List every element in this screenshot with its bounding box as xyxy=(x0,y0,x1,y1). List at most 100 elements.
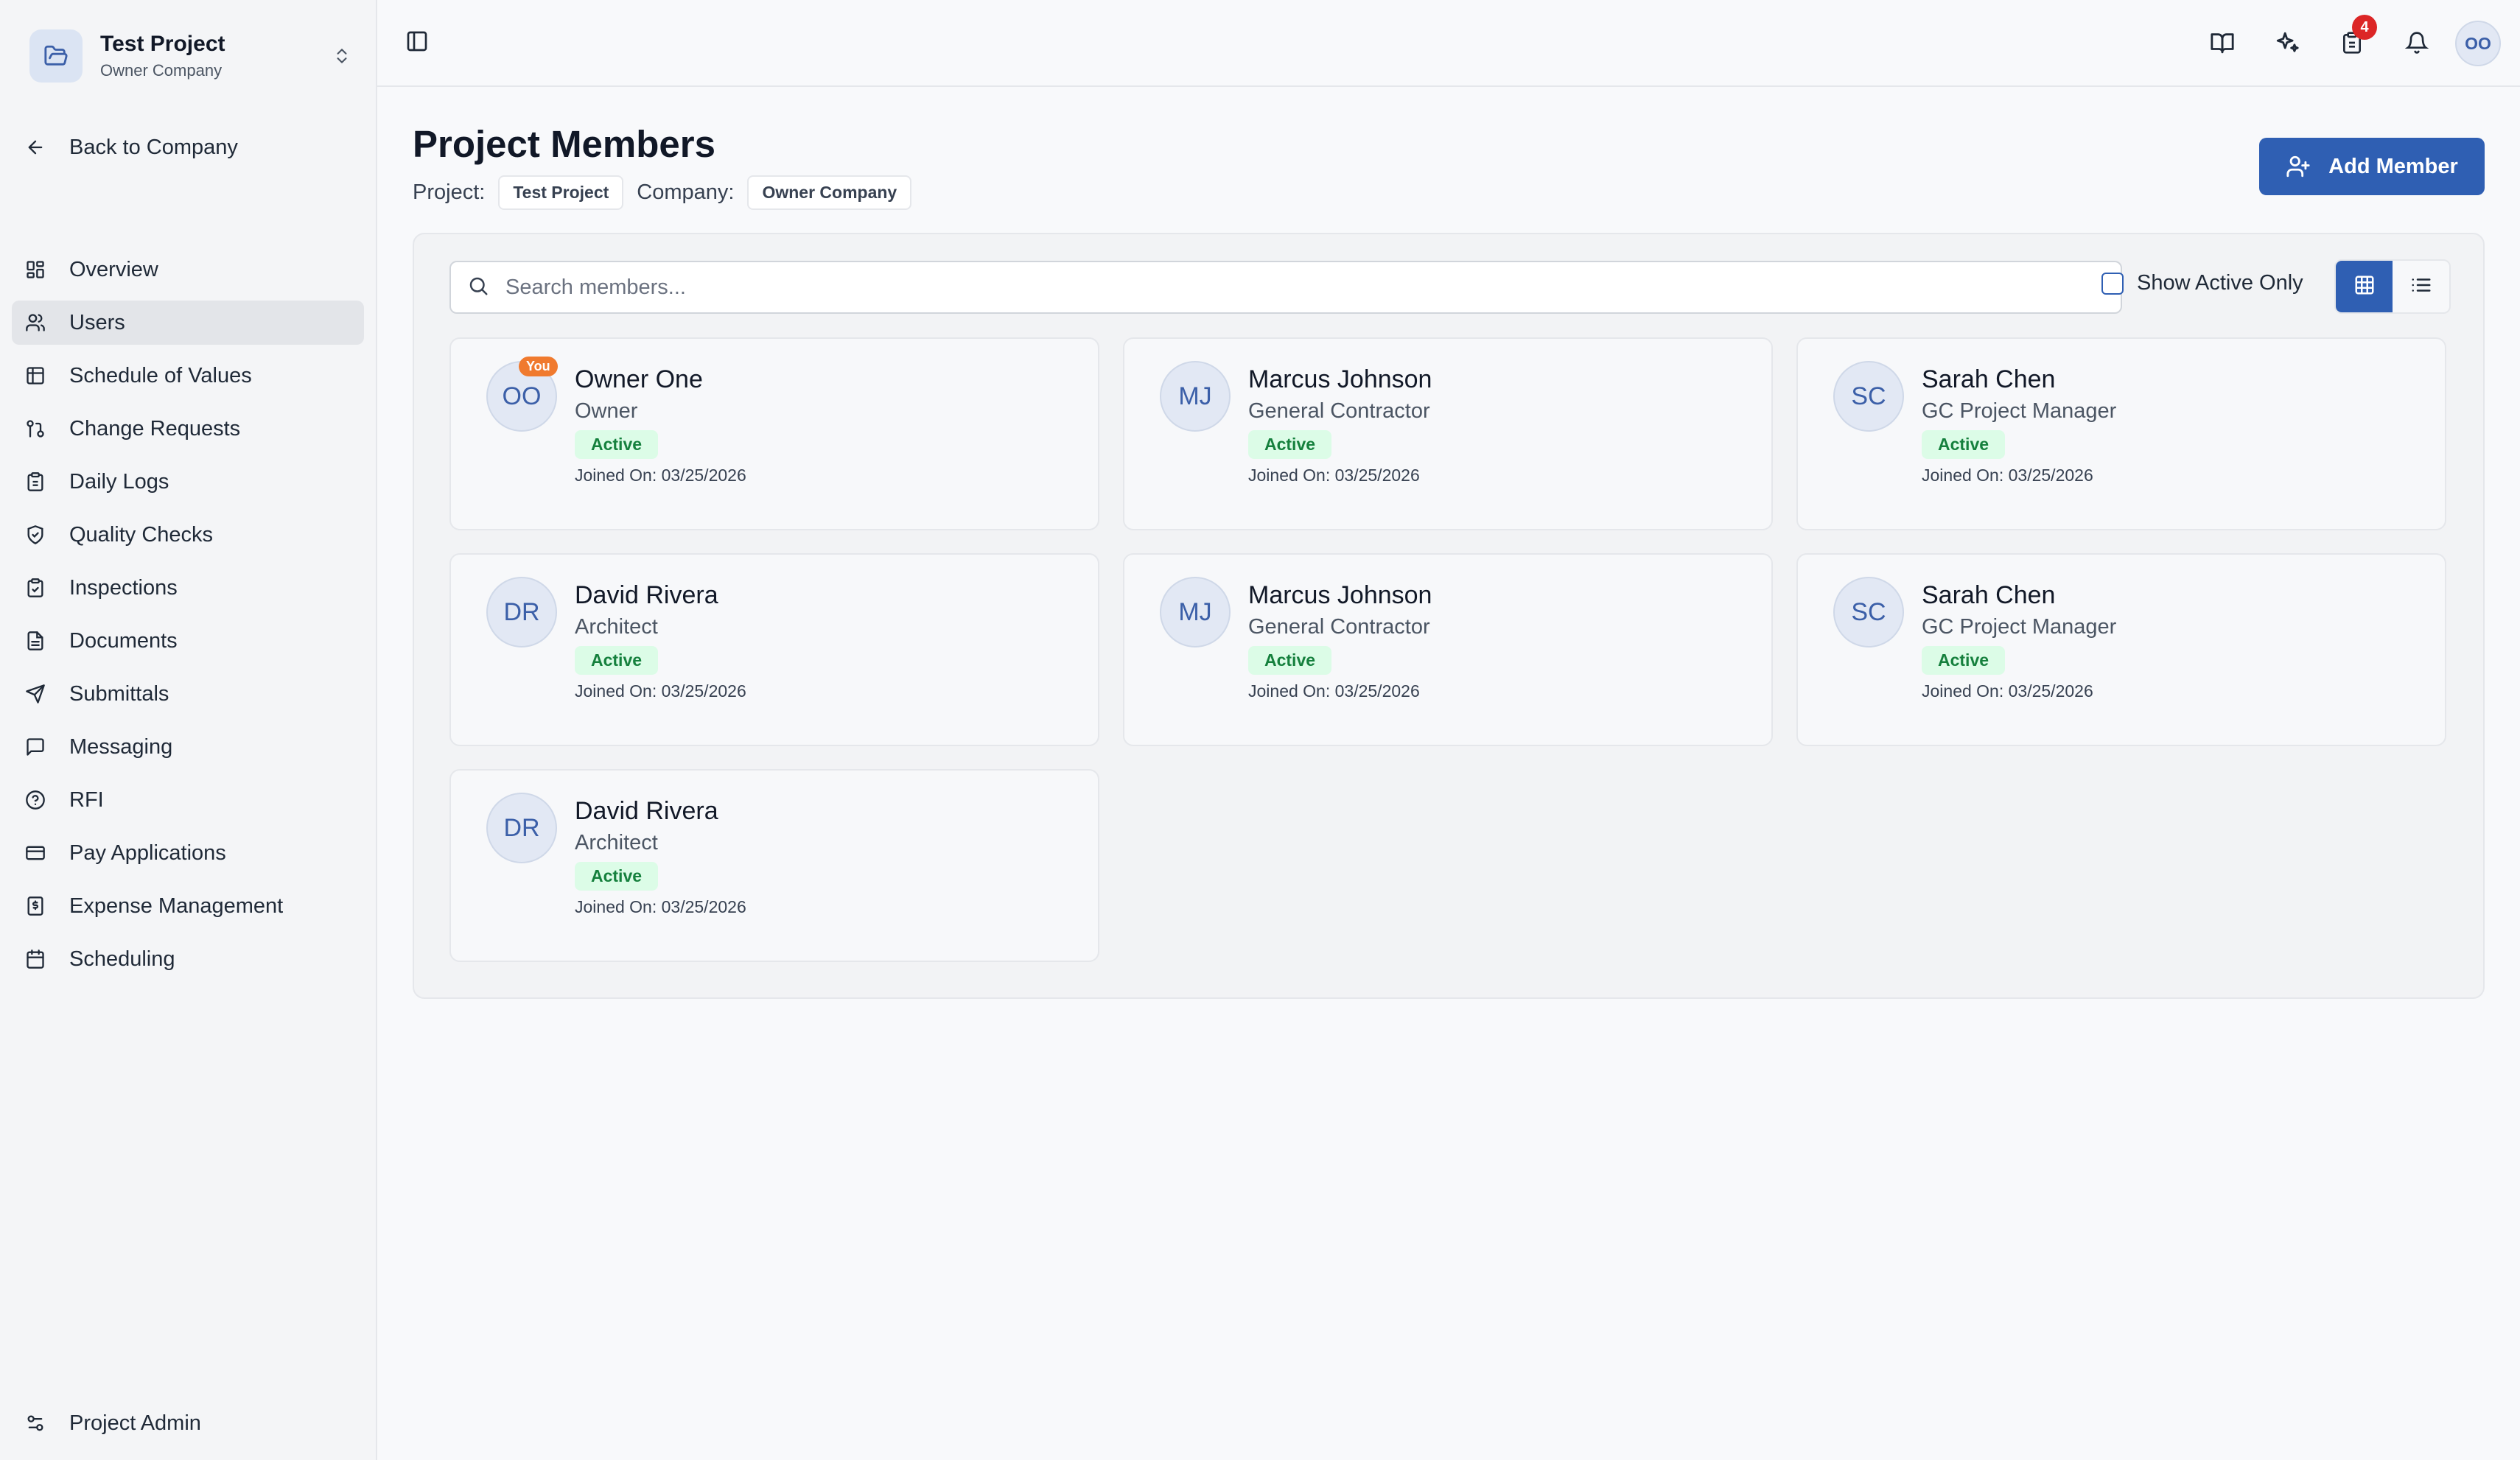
member-avatar: SC xyxy=(1833,361,1904,432)
sidebar-item-submittals[interactable]: Submittals xyxy=(12,672,364,716)
member-role: Architect xyxy=(575,831,658,854)
sidebar-item-users[interactable]: Users xyxy=(12,301,364,345)
member-joined-date: Joined On: 03/25/2026 xyxy=(1248,681,1420,701)
notifications-button[interactable] xyxy=(2396,24,2437,65)
status-badge: Active xyxy=(1248,430,1332,459)
sidebar-item-change-requests[interactable]: Change Requests xyxy=(12,407,364,451)
search-input[interactable] xyxy=(504,274,2091,301)
sidebar-item-label: RFI xyxy=(69,787,104,812)
company-meta-label: Company: xyxy=(637,180,735,204)
status-badge: Active xyxy=(575,646,659,675)
project-switcher[interactable]: Test Project Owner Company xyxy=(29,27,354,85)
sidebar-item-label: Messaging xyxy=(69,734,173,759)
sidebar-item-label: Submittals xyxy=(69,681,169,706)
member-name: Owner One xyxy=(575,365,703,393)
clipboard-icon xyxy=(24,470,47,494)
member-card[interactable]: MJ Marcus Johnson General Contractor Act… xyxy=(1123,553,1773,746)
view-toggle xyxy=(2334,259,2451,314)
company-chip: Owner Company xyxy=(747,175,912,210)
back-to-company-link[interactable]: Back to Company xyxy=(24,130,238,165)
git-pull-icon xyxy=(24,417,47,441)
member-joined-date: Joined On: 03/25/2026 xyxy=(1922,466,2093,485)
member-joined-date: Joined On: 03/25/2026 xyxy=(575,466,746,485)
list-icon xyxy=(2410,274,2432,300)
member-joined-date: Joined On: 03/25/2026 xyxy=(575,897,746,916)
tasks-button[interactable]: 4 xyxy=(2331,15,2377,65)
sidebar-item-label: Quality Checks xyxy=(69,522,214,547)
sidebar-item-label: Scheduling xyxy=(69,947,175,971)
sidebar-item-scheduling[interactable]: Scheduling xyxy=(12,937,364,981)
help-circle-icon xyxy=(24,788,47,812)
sidebar-nav: Overview Users Schedule of Values Change… xyxy=(12,248,364,990)
project-admin-link[interactable]: Project Admin xyxy=(24,1405,201,1441)
settings-sliders-icon xyxy=(24,1411,47,1435)
user-avatar[interactable]: OO xyxy=(2455,21,2501,66)
project-meta-label: Project: xyxy=(413,180,486,204)
project-company: Owner Company xyxy=(100,61,223,80)
guide-button[interactable] xyxy=(2202,24,2243,65)
receipt-icon xyxy=(24,894,47,918)
add-member-button[interactable]: Add Member xyxy=(2259,138,2485,195)
member-name: Sarah Chen xyxy=(1922,581,2056,609)
sidebar-item-rfi[interactable]: RFI xyxy=(12,778,364,822)
credit-card-icon xyxy=(24,841,47,865)
sparkles-icon xyxy=(2275,30,2300,59)
member-role: General Contractor xyxy=(1248,399,1430,423)
member-card[interactable]: SC Sarah Chen GC Project Manager Active … xyxy=(1796,553,2446,746)
member-name: David Rivera xyxy=(575,581,718,609)
show-active-only-checkbox[interactable] xyxy=(2101,272,2124,295)
member-joined-date: Joined On: 03/25/2026 xyxy=(575,681,746,701)
member-avatar: MJ xyxy=(1160,361,1231,432)
user-plus-icon xyxy=(2286,155,2310,178)
member-card[interactable]: SC Sarah Chen GC Project Manager Active … xyxy=(1796,337,2446,530)
folder-icon xyxy=(29,29,83,83)
message-icon xyxy=(24,735,47,759)
project-chip: Test Project xyxy=(498,175,624,210)
sidebar-item-label: Inspections xyxy=(69,575,178,600)
sidebar-item-documents[interactable]: Documents xyxy=(12,619,364,663)
tasks-count-badge: 4 xyxy=(2352,15,2377,40)
status-badge: Active xyxy=(1922,646,2006,675)
member-card[interactable]: DR David Rivera Architect Active Joined … xyxy=(449,769,1099,962)
sidebar-item-messaging[interactable]: Messaging xyxy=(12,725,364,769)
member-name: David Rivera xyxy=(575,797,718,825)
sidebar-item-label: Schedule of Values xyxy=(69,363,252,387)
member-card[interactable]: DR David Rivera Architect Active Joined … xyxy=(449,553,1099,746)
grid-view-button[interactable] xyxy=(2336,261,2393,312)
app-root: Test Project Owner Company Back to Compa… xyxy=(0,0,2520,1460)
page-title: Project Members xyxy=(413,123,715,165)
status-badge: Active xyxy=(1922,430,2006,459)
sidebar-item-label: Change Requests xyxy=(69,416,241,441)
sidebar-toggle-button[interactable] xyxy=(401,27,433,59)
you-badge: You xyxy=(519,357,558,376)
member-joined-date: Joined On: 03/25/2026 xyxy=(1248,466,1420,485)
member-name: Marcus Johnson xyxy=(1248,365,1432,393)
sidebar-item-pay-applications[interactable]: Pay Applications xyxy=(12,831,364,875)
member-name: Marcus Johnson xyxy=(1248,581,1432,609)
member-role: Owner xyxy=(575,399,638,423)
member-avatar: MJ xyxy=(1160,577,1231,647)
member-card[interactable]: OO You Owner One Owner Active Joined On:… xyxy=(449,337,1099,530)
show-active-only-label: Show Active Only xyxy=(2137,271,2303,295)
status-badge: Active xyxy=(1248,646,1332,675)
member-role: GC Project Manager xyxy=(1922,615,2117,639)
sidebar-item-overview[interactable]: Overview xyxy=(12,248,364,292)
search-field[interactable] xyxy=(449,261,2122,314)
bell-icon xyxy=(2404,31,2429,58)
sidebar-item-daily-logs[interactable]: Daily Logs xyxy=(12,460,364,504)
sidebar-item-inspections[interactable]: Inspections xyxy=(12,566,364,610)
show-active-only-toggle[interactable]: Show Active Only xyxy=(2101,271,2303,295)
member-avatar: DR xyxy=(486,793,557,863)
sidebar-item-schedule-of-values[interactable]: Schedule of Values xyxy=(12,354,364,398)
sidebar-item-quality-checks[interactable]: Quality Checks xyxy=(12,513,364,557)
clipboard-check-icon xyxy=(24,576,47,600)
ai-assistant-button[interactable] xyxy=(2267,24,2308,65)
member-card[interactable]: MJ Marcus Johnson General Contractor Act… xyxy=(1123,337,1773,530)
search-icon xyxy=(467,275,489,301)
sidebar-item-label: Daily Logs xyxy=(69,469,169,494)
list-view-button[interactable] xyxy=(2393,261,2449,312)
panel-left-icon xyxy=(405,29,429,57)
overview-icon xyxy=(24,258,47,281)
calendar-icon xyxy=(24,947,47,971)
sidebar-item-expense-management[interactable]: Expense Management xyxy=(12,884,364,928)
